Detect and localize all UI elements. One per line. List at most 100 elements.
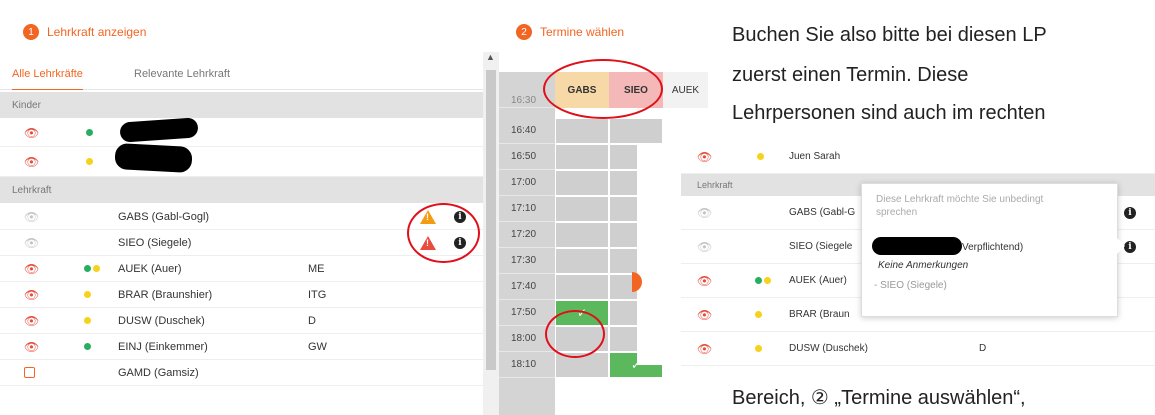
teacher-name: GABS (Gabl-Gogl) — [118, 210, 210, 223]
section-lehrkraft-label: Lehrkraft — [12, 184, 52, 196]
overlay-teacher-subject: D — [979, 343, 987, 354]
status-dot-yellow — [757, 153, 764, 160]
overlay-teacher-name: DUSW (Duschek) — [789, 343, 868, 354]
teacher-row[interactable]: 👁 BRAR (Braunshier) ITG — [0, 282, 483, 308]
status-dot-yellow — [86, 158, 93, 165]
time-slot[interactable] — [555, 196, 609, 222]
time-slot[interactable] — [555, 248, 609, 274]
teacher-name: BRAR (Braunshier) — [118, 288, 213, 301]
time-slot[interactable] — [555, 170, 609, 196]
overlay-teacher-name: AUEK (Auer) — [789, 275, 847, 286]
time-label: 16:50 — [499, 144, 555, 170]
info-icon[interactable]: i — [1124, 206, 1136, 219]
teacher-subject: ITG — [308, 288, 327, 301]
highlight-columns-ring — [543, 59, 663, 119]
time-column: 16:30 16:40 16:50 17:00 17:10 17:20 17:30 17:4… — [499, 72, 555, 415]
select-checkbox[interactable] — [24, 367, 35, 378]
overlay-teacher-row[interactable]: 👁 DUSW (Duschek) D — [681, 332, 1155, 366]
redacted-name — [114, 143, 193, 173]
overlay-teacher-name: GABS (Gabl-G — [789, 207, 856, 218]
teacher-row[interactable]: 👁 AUEK (Auer) ME — [0, 256, 483, 282]
status-dot-green — [84, 265, 91, 272]
teacher-row[interactable]: 👁 DUSW (Duschek) D — [0, 308, 483, 334]
teacher-tabs: Alle Lehrkräfte Relevante Lehrkraft — [0, 58, 483, 90]
child-row[interactable]: 👁 — [0, 119, 483, 147]
time-label: 17:20 — [499, 222, 555, 248]
scroll-thumb[interactable] — [486, 70, 496, 370]
column-header-auek[interactable]: AUEK — [663, 72, 708, 108]
tooltip-remarks: Keine Anmerkungen — [878, 260, 969, 271]
tab-relevant-teacher[interactable]: Relevante Lehrkraft — [134, 58, 230, 90]
tooltip-obligation: Verpflichtend) — [962, 242, 1024, 253]
status-dot-yellow — [84, 317, 91, 324]
step2-header: 2 Termine wählen — [516, 24, 624, 40]
step2-number: 2 — [516, 24, 532, 40]
tooltip-line2: sprechen — [876, 207, 918, 218]
eye-icon[interactable]: 👁 — [697, 308, 712, 322]
eye-icon[interactable]: 👁 — [24, 314, 39, 328]
overlay-gap — [637, 145, 681, 365]
info-icon[interactable]: i — [1124, 240, 1136, 253]
time-slot[interactable] — [609, 118, 663, 144]
eye-icon[interactable]: 👁 — [697, 240, 712, 254]
time-slot[interactable] — [555, 118, 609, 144]
time-slot[interactable] — [555, 274, 609, 300]
eye-icon[interactable]: 👁 — [697, 274, 712, 288]
explanation-line3: Lehrpersonen sind auch im rechten — [732, 102, 1046, 124]
teacher-name: AUEK (Auer) — [118, 262, 182, 275]
status-dot-yellow — [755, 311, 762, 318]
section-lehrkraft: Lehrkraft — [0, 177, 483, 203]
time-slot[interactable] — [555, 144, 609, 170]
eye-icon[interactable]: 👁 — [24, 236, 39, 250]
tooltip-arrow — [1117, 238, 1125, 254]
highlight-slot-ring — [545, 310, 605, 358]
eye-icon[interactable]: 👁 — [24, 288, 39, 302]
teacher-subject: D — [308, 314, 316, 327]
status-dot-yellow — [84, 291, 91, 298]
eye-icon[interactable]: 👁 — [24, 155, 39, 169]
tab-all-teachers[interactable]: Alle Lehrkräfte — [12, 58, 83, 90]
step1-header: 1 Lehrkraft anzeigen — [23, 24, 146, 40]
scroll-up-icon[interactable]: ▲ — [486, 52, 495, 62]
teacher-row[interactable]: GAMD (Gamsiz) — [0, 360, 483, 386]
section-kinder-label: Kinder — [12, 99, 41, 111]
time-slot[interactable] — [555, 222, 609, 248]
tooltip-line1: Diese Lehrkraft möchte Sie unbedingt — [876, 194, 1044, 205]
status-dot-green — [86, 129, 93, 136]
explanation-line1: Buchen Sie also bitte bei diesen LP — [732, 24, 1047, 46]
overlay-section-label: Lehrkraft — [697, 180, 733, 190]
child-row[interactable]: 👁 — [0, 147, 483, 177]
eye-icon[interactable]: 👁 — [697, 342, 712, 356]
status-dot-green — [84, 343, 91, 350]
status-dot-green — [755, 277, 762, 284]
step1-number: 1 — [23, 24, 39, 40]
redacted-parent — [872, 237, 962, 255]
eye-icon[interactable]: 👁 — [697, 206, 712, 220]
teacher-name: SIEO (Siegele) — [118, 236, 192, 249]
eye-icon[interactable]: 👁 — [24, 262, 39, 276]
time-label: 16:40 — [499, 118, 555, 144]
tooltip-teacher: - SIEO (Siegele) — [874, 280, 947, 291]
status-dot-yellow — [755, 345, 762, 352]
time-label: 17:40 — [499, 274, 555, 300]
teacher-name: DUSW (Duschek) — [118, 314, 205, 327]
eye-icon[interactable]: 👁 — [24, 210, 39, 224]
overlay-teacher-name: BRAR (Braun — [789, 309, 850, 320]
eye-icon[interactable]: 👁 — [24, 340, 39, 354]
scrollbar[interactable]: ▲ — [483, 52, 499, 415]
teacher-name: GAMD (Gamsiz) — [118, 366, 199, 379]
teacher-subject: GW — [308, 340, 327, 353]
section-kinder: Kinder — [0, 92, 483, 118]
step2-title: Termine wählen — [540, 25, 625, 39]
teacher-row[interactable]: 👁 EINJ (Einkemmer) GW — [0, 334, 483, 360]
explanation-line2: zuerst einen Termin. Diese — [732, 64, 969, 86]
eye-icon[interactable]: 👁 — [24, 126, 39, 140]
status-dot-yellow — [764, 277, 771, 284]
eye-icon[interactable]: 👁 — [697, 150, 712, 164]
teacher-subject: ME — [308, 262, 325, 275]
highlight-warnings-ring — [407, 203, 480, 263]
time-label: 17:00 — [499, 170, 555, 196]
obligation-tooltip: Diese Lehrkraft möchte Sie unbedingt spr… — [861, 183, 1125, 317]
time-label: 17:50 — [499, 300, 555, 326]
overlay-child-row[interactable]: 👁 Juen Sarah — [681, 140, 1155, 174]
